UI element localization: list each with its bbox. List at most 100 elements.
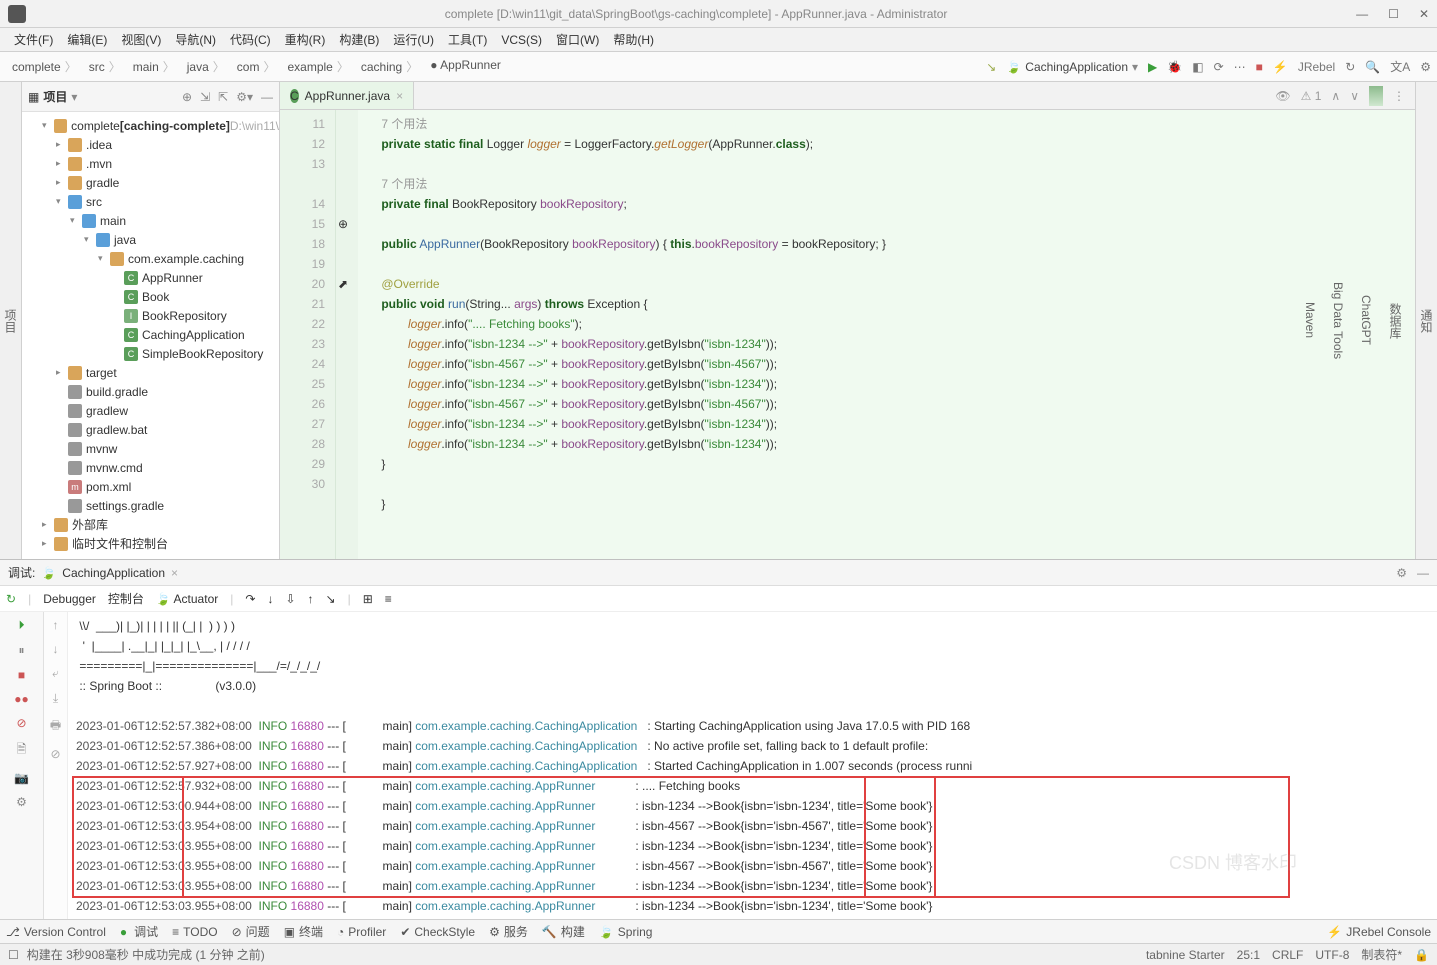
debug-icon[interactable]: 🐞 xyxy=(1167,60,1182,74)
tool-version-control[interactable]: ⎇ Version Control xyxy=(6,925,106,939)
maximize-icon[interactable]: ☐ xyxy=(1388,7,1399,21)
tree-node[interactable]: ▾src xyxy=(22,192,279,211)
run-icon[interactable]: ▶ xyxy=(1148,60,1157,74)
tree-node[interactable]: ▸.idea xyxy=(22,135,279,154)
pause-icon[interactable]: ⏸ xyxy=(18,643,24,658)
tool-todo[interactable]: ≡ TODO xyxy=(172,925,217,939)
tree-node[interactable]: ▾com.example.caching xyxy=(22,249,279,268)
breadcrumb[interactable]: java xyxy=(181,56,231,77)
run-to-cursor-icon[interactable]: ↘ xyxy=(326,592,336,606)
close-icon[interactable]: ✕ xyxy=(1419,7,1429,21)
tool-notifications[interactable]: 通知 xyxy=(1418,88,1435,553)
tree-node[interactable]: ▸gradle xyxy=(22,173,279,192)
coverage-icon[interactable]: ◧ xyxy=(1192,60,1203,74)
tool-project[interactable]: 项目 xyxy=(2,88,19,553)
menu-item[interactable]: 编辑(E) xyxy=(61,29,113,50)
wrap-icon[interactable]: ⤶ xyxy=(52,666,59,681)
tool-database[interactable]: 数据库 xyxy=(1387,88,1404,553)
tool-build[interactable]: 🔨 构建 xyxy=(542,923,585,940)
menu-item[interactable]: 导航(N) xyxy=(169,29,222,50)
tool-profiler[interactable]: ◔ Profiler xyxy=(337,925,386,939)
tree-node[interactable]: settings.gradle xyxy=(22,496,279,515)
nav-down-icon[interactable]: ∨ xyxy=(1350,89,1359,103)
step-into-icon[interactable]: ↓ xyxy=(267,592,273,606)
menu-item[interactable]: 窗口(W) xyxy=(550,29,605,50)
menu-item[interactable]: 文件(F) xyxy=(8,29,59,50)
settings-dropdown-icon[interactable]: ⚙▾ xyxy=(236,90,253,104)
tabnine-badge[interactable]: tabnine Starter xyxy=(1146,948,1225,962)
build-icon[interactable]: ↘ xyxy=(986,60,996,74)
breadcrumb[interactable]: com xyxy=(231,56,282,77)
resume-icon[interactable]: ⏵ xyxy=(18,618,24,633)
tool-maven[interactable]: Maven xyxy=(1303,88,1317,553)
breadcrumb[interactable]: main xyxy=(127,56,181,77)
tree-node[interactable]: CAppRunner xyxy=(22,268,279,287)
encoding[interactable]: UTF-8 xyxy=(1315,948,1349,962)
tool-checkstyle[interactable]: ✔ CheckStyle xyxy=(400,925,475,939)
collapse-icon[interactable]: ⇱ xyxy=(218,90,228,104)
tab-actuator[interactable]: 🍃 Actuator xyxy=(156,592,218,606)
tool-bigdata[interactable]: Big Data Tools xyxy=(1331,88,1345,553)
hide-preview-icon[interactable]: 👁 xyxy=(1275,89,1290,103)
update-icon[interactable]: ↻ xyxy=(1345,60,1355,74)
settings-icon[interactable]: ⚙ xyxy=(16,795,27,809)
editor-tab[interactable]: C AppRunner.java × xyxy=(280,82,414,109)
cursor-pos[interactable]: 25:1 xyxy=(1237,948,1260,962)
run-config-selector[interactable]: 🍃CachingApplication▾ xyxy=(1006,60,1138,74)
evaluate-icon[interactable]: ⊞ xyxy=(363,592,373,606)
tool-chatgpt[interactable]: ChatGPT xyxy=(1359,88,1373,553)
breadcrumb[interactable]: example xyxy=(281,56,354,77)
attach-icon[interactable]: ⋯ xyxy=(1234,60,1246,74)
minimize-icon[interactable]: — xyxy=(1356,7,1368,21)
tree-node[interactable]: mvnw.cmd xyxy=(22,458,279,477)
indent[interactable]: 制表符* xyxy=(1361,946,1402,963)
force-step-icon[interactable]: ⇩ xyxy=(285,592,295,606)
tool-debug[interactable]: 调试 xyxy=(120,923,158,940)
tab-close-icon[interactable]: × xyxy=(171,566,178,580)
expand-icon[interactable]: ⇲ xyxy=(200,90,210,104)
settings-icon[interactable]: ⚙ xyxy=(1396,566,1407,580)
tool-problems[interactable]: ⊘ 问题 xyxy=(232,923,270,940)
watch-icon[interactable]: ≡ xyxy=(385,592,392,606)
menu-item[interactable]: 重构(R) xyxy=(279,29,332,50)
line-gutter[interactable]: 11 12 13 14 15 18 19 20 21 22 23 24 25 2… xyxy=(280,110,336,559)
status-window-icon[interactable]: ☐ xyxy=(8,948,19,962)
tree-node[interactable]: CBook xyxy=(22,287,279,306)
menu-item[interactable]: 帮助(H) xyxy=(607,29,660,50)
tree-node[interactable]: mvnw xyxy=(22,439,279,458)
stop-icon[interactable]: ■ xyxy=(1256,60,1263,74)
menu-item[interactable]: 代码(C) xyxy=(224,29,277,50)
tree-node[interactable]: CSimpleBookRepository xyxy=(22,344,279,363)
profile-icon[interactable]: ⟳ xyxy=(1214,60,1224,74)
project-tree[interactable]: ▾complete [caching-complete] D:\win11\▸.… xyxy=(22,112,279,559)
tab-console[interactable]: 控制台 xyxy=(108,590,144,607)
tab-close-icon[interactable]: × xyxy=(396,89,403,103)
breadcrumb[interactable]: src xyxy=(83,56,127,77)
lock-icon[interactable]: 🔒 xyxy=(1414,948,1429,962)
view-breakpoints-icon[interactable]: ●● xyxy=(14,692,29,706)
tree-node[interactable]: gradlew.bat xyxy=(22,420,279,439)
console-output[interactable]: \\/ ___)| |_)| | | | | || (_| | ) ) ) ) … xyxy=(68,612,1437,919)
scroll-icon[interactable]: ⤓ xyxy=(53,691,58,706)
tree-node[interactable]: CCachingApplication xyxy=(22,325,279,344)
tool-jrebel-console[interactable]: ⚡ JRebel Console xyxy=(1327,925,1431,939)
rerun-icon[interactable]: ↻ xyxy=(6,592,16,606)
mute-breakpoints-icon[interactable]: ⊘ xyxy=(16,716,26,730)
print-icon[interactable]: 🖶 xyxy=(50,716,61,737)
clear-icon[interactable]: ⊘ xyxy=(50,747,60,761)
tree-node[interactable]: IBookRepository xyxy=(22,306,279,325)
minimize-icon[interactable]: — xyxy=(1417,566,1429,580)
tree-node[interactable]: ▸.mvn xyxy=(22,154,279,173)
hide-icon[interactable]: — xyxy=(261,90,273,104)
down-icon[interactable]: ↓ xyxy=(53,642,59,656)
select-opened-icon[interactable]: ⊕ xyxy=(182,90,192,104)
step-over-icon[interactable]: ↷ xyxy=(245,592,255,606)
breadcrumb[interactable]: caching xyxy=(355,56,424,77)
menu-item[interactable]: 视图(V) xyxy=(115,29,167,50)
tree-node[interactable]: ▸target xyxy=(22,363,279,382)
tree-node[interactable]: ▾complete [caching-complete] D:\win11\ xyxy=(22,116,279,135)
translate-icon[interactable]: 文A xyxy=(1390,58,1410,75)
camera-icon[interactable]: 📷 xyxy=(14,771,29,785)
tool-services[interactable]: ⚙ 服务 xyxy=(489,923,528,940)
tree-node[interactable]: build.gradle xyxy=(22,382,279,401)
